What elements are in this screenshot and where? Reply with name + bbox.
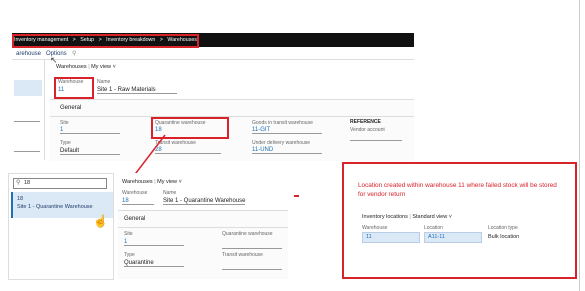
search-value: 18 — [24, 180, 31, 186]
item-id: 18 — [17, 196, 24, 202]
callout-text: Location created within warehouse 11 whe… — [358, 182, 557, 198]
locations-header: Inventory locations | Standard view ˅ — [362, 214, 452, 220]
transit-field[interactable] — [222, 268, 282, 270]
list-item[interactable] — [14, 121, 40, 122]
search-icon: ⚲ — [16, 180, 21, 186]
column-header-location-type[interactable]: Location type — [488, 225, 518, 231]
type-label: Type — [124, 252, 135, 258]
site-label: Site — [124, 231, 133, 237]
menu-item-warehouse[interactable]: arehouse — [16, 51, 41, 57]
column-header-location[interactable]: Location — [424, 225, 443, 231]
transit-label: Transit warehouse — [222, 252, 263, 258]
site-field[interactable]: 1 — [124, 239, 184, 246]
view-selector[interactable]: My view — [91, 64, 111, 70]
vendor-account-label: Vendor account — [350, 127, 385, 133]
quarantine-field[interactable] — [222, 247, 282, 249]
chevron-down-icon[interactable]: ˅ — [449, 214, 452, 220]
warehouse-field[interactable]: 18 — [122, 198, 154, 205]
row-cell-location[interactable]: A11-11 — [424, 232, 482, 243]
locations-title: Inventory locations — [362, 214, 408, 220]
quarantine-field[interactable]: 18 — [155, 127, 162, 133]
breadcrumb-highlight — [12, 34, 199, 48]
under-delivery-label: Under delivery warehouse — [252, 140, 311, 146]
site-label: Site — [60, 120, 69, 126]
type-field[interactable]: Quarantine — [124, 260, 184, 267]
form-header: Warehouses | My view ˅ — [122, 179, 182, 185]
item-name: Site 1 - Quarantine Warehouse — [17, 204, 93, 210]
menu-underline — [12, 59, 414, 60]
left-list-pane — [12, 60, 45, 160]
name-label: Name — [97, 79, 111, 85]
callout-box: Location created within warehouse 11 whe… — [342, 162, 577, 279]
name-field[interactable]: Site 1 - Quarantine Warehouse — [163, 198, 246, 205]
type-field[interactable]: Default — [60, 148, 120, 155]
name-field[interactable]: Site 1 - Raw Materials — [97, 87, 177, 94]
form-title: Warehouses — [56, 64, 87, 70]
section-divider — [118, 227, 288, 228]
app-window-top: Inventory management > Setup > Inventory… — [12, 33, 414, 161]
search-icon[interactable]: ⚲ — [72, 50, 76, 57]
hand-cursor-icon: ☝ — [93, 214, 108, 228]
goods-transit-label: Goods in transit warehouse — [252, 120, 313, 126]
type-label: Type — [60, 140, 71, 146]
view-selector[interactable]: My view — [157, 179, 177, 185]
chevron-down-icon[interactable]: ˅ — [113, 64, 116, 70]
right-divider — [579, 0, 580, 291]
warehouse-label: Warehouse — [58, 79, 84, 85]
search-input[interactable]: ⚲ 18 — [13, 178, 107, 189]
name-label: Name — [163, 190, 177, 196]
row-cell-warehouse[interactable]: 11 — [362, 232, 420, 243]
column-header-warehouse[interactable]: Warehouse — [362, 225, 387, 231]
search-pane: ⚲ 18 18 Site 1 - Quarantine Warehouse ☝ — [8, 173, 114, 280]
quarantine-label: Quarantine warehouse — [155, 120, 206, 126]
under-delivery-field[interactable]: 11-UND — [252, 147, 322, 154]
form-header: Warehouses | My view ˅ — [56, 64, 116, 70]
quarantine-label: Quarantine warehouse — [222, 231, 273, 237]
row-cell-warehouse-value: 11 — [366, 234, 372, 240]
row-cell-location-type[interactable]: Bulk location — [488, 234, 519, 240]
section-title[interactable]: General — [60, 105, 81, 111]
vendor-account-field[interactable] — [350, 139, 402, 141]
red-dash — [294, 195, 299, 197]
section-title[interactable]: General — [124, 216, 145, 222]
app-window-bottom: Warehouses | My view ˅ Warehouse 18 Name… — [118, 173, 288, 279]
transit-label: Transit warehouse — [155, 140, 196, 146]
site-field[interactable]: 1 — [60, 127, 120, 134]
transit-field[interactable]: 28 — [155, 147, 221, 154]
warehouse-label: Warehouse — [122, 190, 148, 196]
section-divider — [50, 116, 414, 117]
reference-title: REFERENCE — [350, 119, 381, 125]
row-cell-location-value: A11-11 — [428, 234, 445, 240]
list-item[interactable] — [14, 151, 40, 152]
chevron-down-icon[interactable]: ˅ — [179, 179, 182, 185]
view-selector[interactable]: Standard view — [412, 214, 447, 220]
form-title: Warehouses — [122, 179, 153, 185]
warehouse-field[interactable]: 11 — [58, 87, 64, 93]
goods-transit-field[interactable]: 11-GIT — [252, 127, 322, 134]
list-item-selected[interactable] — [14, 80, 42, 96]
